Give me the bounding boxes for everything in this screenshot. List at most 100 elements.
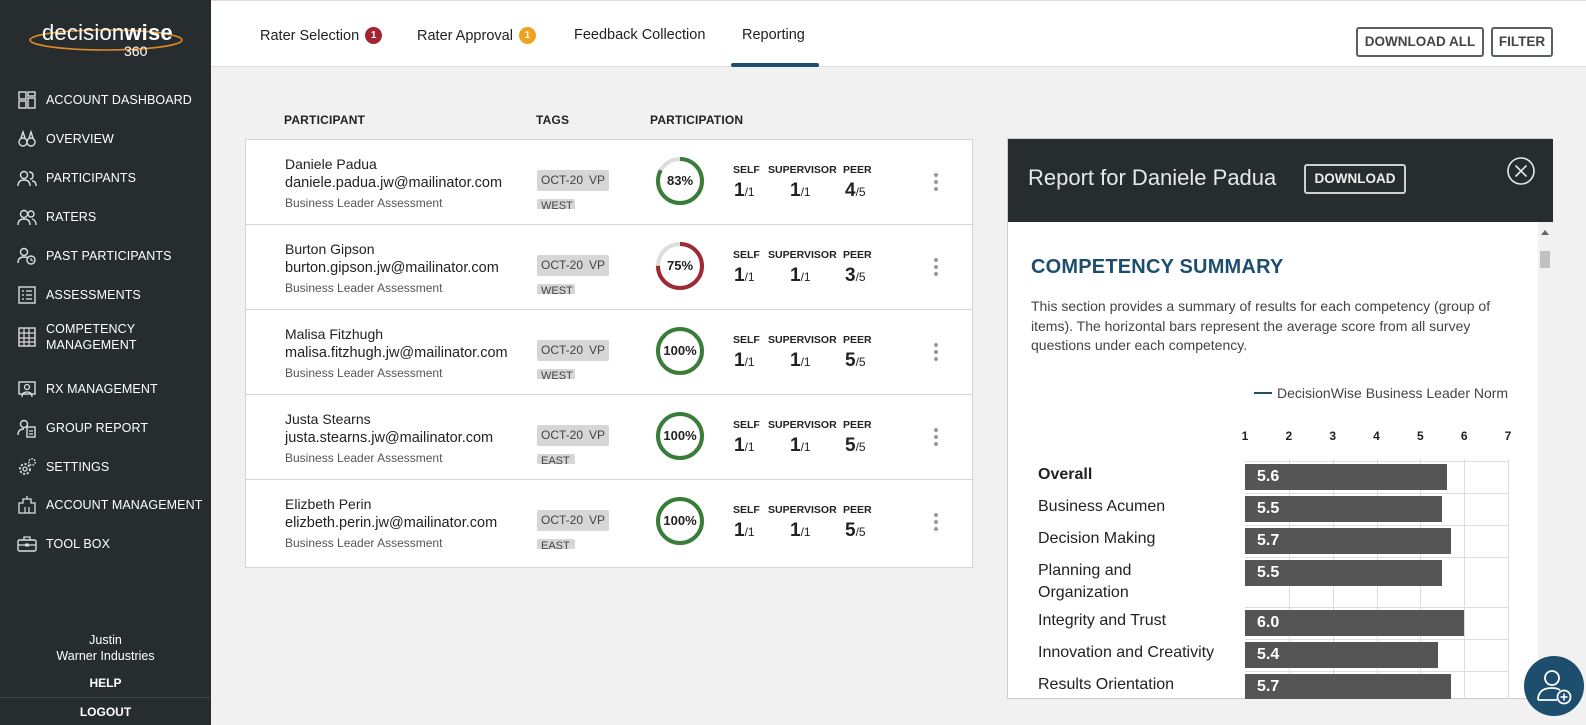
competency-label: Decision Making <box>1038 530 1156 547</box>
row-menu-icon[interactable] <box>934 258 940 278</box>
row-divider <box>1245 525 1508 526</box>
supervisor-value: 1 <box>790 435 801 456</box>
peer-value: 5 <box>845 435 856 456</box>
download-all-button[interactable]: DOWNLOAD ALL <box>1356 27 1484 57</box>
peer-count: 5/5 <box>845 350 866 372</box>
self-count: 1/1 <box>734 435 755 457</box>
tab-reporting[interactable]: Reporting <box>742 27 805 43</box>
supervisor-label: SUPERVISOR <box>768 249 837 261</box>
active-tab-indicator <box>731 63 819 67</box>
competency-chart: 1 2 3 4 5 6 7 Overall 5.6 Business Acumen 5.5 Decis… <box>1008 429 1538 699</box>
sidebar-item-label: PARTICIPANTS <box>46 171 137 185</box>
scroll-thumb[interactable] <box>1540 251 1550 268</box>
tag-chip: VP <box>585 425 610 446</box>
decisionwise-logo[interactable]: decisionwise 360 <box>28 18 184 62</box>
peer-count: 4/5 <box>845 180 866 202</box>
tag-chip: OCT-20 <box>537 170 588 191</box>
peer-value: 4 <box>845 180 856 201</box>
participant-email: burton.gipson.jw@mailinator.com <box>285 260 499 276</box>
legend-line-icon <box>1254 392 1272 394</box>
sidebar-item-label: PAST PARTICIPANTS <box>46 249 172 263</box>
report-download-button[interactable]: DOWNLOAD <box>1304 164 1406 194</box>
participant-email: justa.stearns.jw@mailinator.com <box>285 430 494 446</box>
self-value: 1 <box>734 265 745 286</box>
sidebar-item-account-dashboard[interactable]: ACCOUNT DASHBOARD <box>0 83 211 117</box>
group-report-icon <box>17 419 36 438</box>
sidebar-item-tool-box[interactable]: TOOL BOX <box>0 527 211 561</box>
tab-label: Rater Selection <box>260 27 360 44</box>
supervisor-label: SUPERVISOR <box>768 164 837 176</box>
competency-bar: 5.4 <box>1245 642 1438 668</box>
chart-legend: DecisionWise Business Leader Norm <box>1254 385 1508 401</box>
table-row[interactable]: Malisa Fitzhugh malisa.fitzhugh.jw@mailin… <box>246 310 972 395</box>
table-row[interactable]: Daniele Padua daniele.padua.jw@mailinator… <box>246 140 972 225</box>
tab-rater-selection[interactable]: Rater Selection 1 <box>260 27 383 44</box>
row-menu-icon[interactable] <box>934 513 940 533</box>
self-value: 1 <box>734 350 745 371</box>
scroll-up-icon[interactable] <box>1541 230 1549 235</box>
table-row[interactable]: Burton Gipson burton.gipson.jw@mailinator… <box>246 225 972 310</box>
sidebar-item-label: OVERVIEW <box>46 132 114 146</box>
sidebar-item-label: ACCOUNT MANAGEMENT <box>46 498 203 512</box>
competency-summary-description: This section provides a summary of resul… <box>1031 298 1491 353</box>
close-icon[interactable] <box>1506 156 1536 186</box>
peer-total: /5 <box>855 185 866 199</box>
sidebar-item-raters[interactable]: RATERS <box>0 200 211 234</box>
sidebar-item-group-report[interactable]: GROUP REPORT <box>0 411 211 445</box>
gear-icon <box>19 458 36 475</box>
table-row[interactable]: Justa Stearns justa.stearns.jw@mailinator… <box>246 395 972 480</box>
tag-chip: VP <box>585 340 610 361</box>
add-user-fab[interactable] <box>1524 656 1584 716</box>
row-divider <box>1245 557 1508 558</box>
peer-label: PEER <box>843 334 872 346</box>
peer-count: 5/5 <box>845 435 866 457</box>
participant-assessment: Business Leader Assessment <box>285 281 443 295</box>
row-divider <box>1245 461 1508 462</box>
supervisor-total: /1 <box>800 270 811 284</box>
logo-360: 360 <box>124 43 148 59</box>
sidebar-item-participants[interactable]: PARTICIPANTS <box>0 161 211 195</box>
sidebar-item-overview[interactable]: OVERVIEW <box>0 122 211 156</box>
tab-rater-approval[interactable]: Rater Approval 1 <box>417 27 536 44</box>
sidebar-item-assessments[interactable]: ASSESSMENTS <box>0 278 211 312</box>
help-link[interactable]: HELP <box>0 676 211 690</box>
table-row[interactable]: Elizbeth Perin elizbeth.perin.jw@mailinat… <box>246 480 972 565</box>
logo-wordmark: decisionwise <box>42 20 173 46</box>
peer-value: 5 <box>845 350 856 371</box>
competency-label: Integrity and Trust <box>1038 612 1167 629</box>
self-count: 1/1 <box>734 350 755 372</box>
assessments-icon <box>18 286 36 304</box>
sidebar-item-competency-management[interactable]: COMPETENCY MANAGEMENT <box>0 317 211 357</box>
row-menu-icon[interactable] <box>934 173 940 193</box>
sidebar-item-settings[interactable]: SETTINGS <box>0 450 211 484</box>
supervisor-value: 1 <box>790 180 801 201</box>
raters-icon <box>17 209 37 226</box>
competency-bar: 6.0 <box>1245 610 1465 636</box>
self-total: /1 <box>744 525 755 539</box>
x-tick-label: 2 <box>1285 429 1293 443</box>
participant-assessment: Business Leader Assessment <box>285 451 443 465</box>
supervisor-total: /1 <box>800 440 811 454</box>
participant-name: Justa Stearns <box>285 411 371 427</box>
tab-feedback-collection[interactable]: Feedback Collection <box>574 27 705 43</box>
row-menu-icon[interactable] <box>934 343 940 363</box>
x-tick-label: 7 <box>1504 429 1512 443</box>
competency-summary-title: COMPETENCY SUMMARY <box>1031 256 1284 278</box>
sidebar-item-past-participants[interactable]: PAST PARTICIPANTS <box>0 239 211 273</box>
peer-label: PEER <box>843 504 872 516</box>
sidebar-item-rx-management[interactable]: RX MANAGEMENT <box>0 372 211 406</box>
sidebar-item-account-management[interactable]: ACCOUNT MANAGEMENT <box>0 488 211 522</box>
report-title: Report for Daniele Padua <box>1028 165 1277 190</box>
participation-percent: 100% <box>663 343 697 358</box>
sidebar-item-label: SETTINGS <box>46 460 110 474</box>
peer-count: 5/5 <box>845 520 866 542</box>
filter-button[interactable]: FILTER <box>1491 27 1553 57</box>
rx-icon <box>18 381 36 398</box>
x-tick-label: 4 <box>1373 429 1380 443</box>
supervisor-total: /1 <box>800 355 811 369</box>
report-scrollbar[interactable] <box>1538 222 1552 699</box>
self-count: 1/1 <box>734 520 755 542</box>
logout-link[interactable]: LOGOUT <box>0 697 211 725</box>
users-icon <box>17 170 37 187</box>
row-menu-icon[interactable] <box>934 428 940 448</box>
